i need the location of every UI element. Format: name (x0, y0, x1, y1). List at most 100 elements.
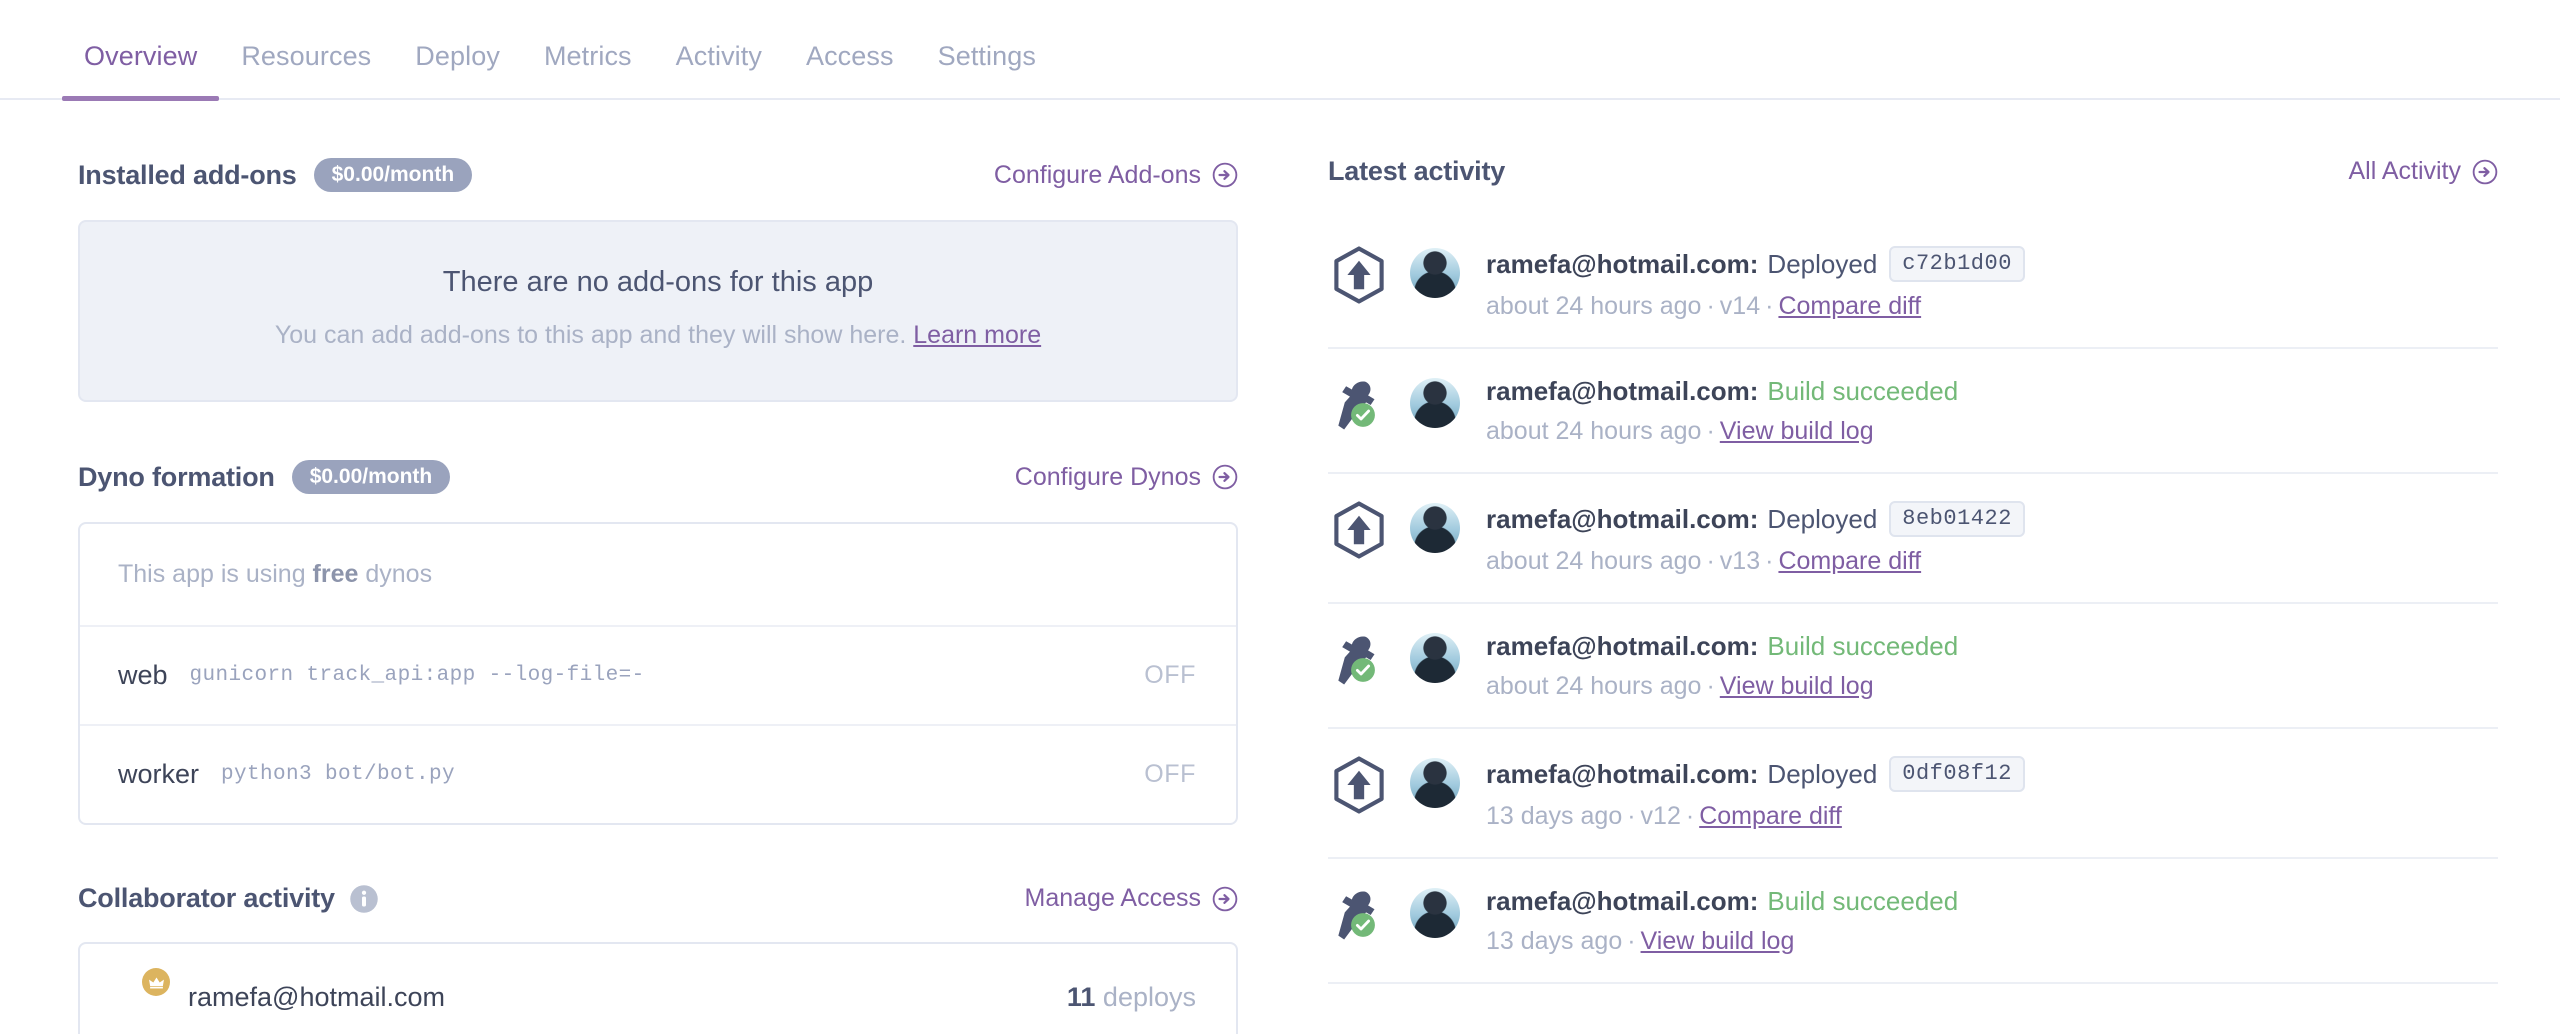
activity-item-headline: ramefa@hotmail.com: Build succeeded (1486, 376, 1958, 407)
dyno-process-name: web (118, 660, 168, 690)
app-overview-page: Overview Resources Deploy Metrics Activi… (0, 0, 2560, 1034)
tab-deploy[interactable]: Deploy (393, 41, 522, 98)
dyno-note-suffix: dynos (358, 560, 433, 588)
activity-user: ramefa@hotmail.com: (1486, 503, 1759, 534)
manage-access-label: Manage Access (1024, 884, 1202, 912)
activity-item-headline: ramefa@hotmail.com: Deployed 8eb01422 (1486, 501, 2025, 537)
activity-action-link[interactable]: View build log (1641, 927, 1795, 955)
configure-dynos-label: Configure Dynos (1014, 462, 1201, 491)
dynos-price-badge: $0.00/month (291, 460, 451, 494)
arrow-right-circle-icon (1212, 464, 1238, 490)
activity-version: v13 (1719, 547, 1761, 575)
tab-access-label: Access (805, 41, 894, 71)
arrow-right-circle-icon (2472, 159, 2498, 184)
tab-resources[interactable]: Resources (219, 41, 393, 98)
addons-section-header: Installed add-ons $0.00/month Configure … (78, 158, 1238, 192)
addons-empty-state: There are no add-ons for this app You ca… (78, 220, 1238, 402)
addons-price-badge: $0.00/month (313, 158, 473, 192)
avatar (1410, 633, 1460, 683)
dyno-process-name: worker (118, 759, 200, 789)
collaborators-section-header: Collaborator activity Manage Access (78, 883, 1238, 914)
activity-item: ramefa@hotmail.com: Deployed c72b1d00 about… (1328, 219, 2498, 349)
collaborator-deploy-number: 11 (1066, 981, 1096, 1012)
activity-time: about 24 hours ago (1486, 417, 1702, 445)
overview-columns: Installed add-ons $0.00/month Configure … (0, 100, 2560, 1034)
activity-list: ramefa@hotmail.com: Deployed c72b1d00 about… (1328, 219, 2498, 984)
left-column: Installed add-ons $0.00/month Configure … (0, 100, 1320, 1034)
addons-empty-subtitle-text: You can add add-ons to this app and they… (274, 321, 907, 349)
activity-verb: Deployed (1767, 503, 1878, 534)
crown-glyph (148, 977, 164, 988)
addons-learn-more-link[interactable]: Learn more (913, 321, 1041, 349)
avatar (1410, 503, 1460, 553)
activity-item: ramefa@hotmail.com: Build succeeded 13 day… (1328, 859, 2498, 984)
addons-empty-subtitle: You can add add-ons to this app and they… (80, 321, 1236, 350)
activity-user: ramefa@hotmail.com: (1486, 886, 1759, 916)
meta-separator: · (1706, 292, 1715, 320)
configure-dynos-link[interactable]: Configure Dynos (1015, 463, 1238, 492)
activity-user: ramefa@hotmail.com: (1486, 631, 1759, 661)
avatar (118, 968, 170, 1020)
arrow-right-circle-icon (1212, 162, 1238, 188)
activity-action-link[interactable]: View build log (1720, 672, 1874, 700)
activity-time: 13 days ago (1486, 802, 1623, 830)
app-tab-bar: Overview Resources Deploy Metrics Activi… (0, 0, 2560, 101)
right-column: Latest activity All Activity ramefa@hotm… (1320, 100, 2560, 1034)
check-badge-icon (1351, 658, 1375, 682)
collaborator-email: ramefa@hotmail.com (188, 981, 445, 1012)
activity-item-meta: about 24 hours ago · View build log (1486, 672, 1958, 701)
dyno-formation-card: This app is using free dynos web gunicor… (78, 522, 1238, 825)
activity-version: v12 (1640, 802, 1681, 830)
manage-access-link[interactable]: Manage Access (1025, 884, 1239, 913)
activity-item-headline: ramefa@hotmail.com: Deployed c72b1d00 (1486, 246, 2025, 282)
activity-item-body: ramefa@hotmail.com: Deployed 8eb01422 about… (1486, 499, 2025, 576)
dyno-row-worker[interactable]: worker python3 bot/bot.py OFF (80, 726, 1236, 823)
activity-time: 13 days ago (1486, 927, 1623, 955)
dyno-free-note: This app is using free dynos (80, 524, 1236, 627)
build-icon (1328, 629, 1390, 691)
avatar (1410, 888, 1460, 938)
activity-item-body: ramefa@hotmail.com: Deployed 0df08f12 13 da… (1486, 754, 2025, 831)
activity-action-link[interactable]: Compare diff (1699, 802, 1842, 830)
addons-empty-title: There are no add-ons for this app (442, 266, 874, 298)
activity-time: about 24 hours ago (1486, 547, 1702, 575)
dyno-state-toggle[interactable]: OFF (1144, 661, 1196, 690)
configure-addons-label: Configure Add-ons (993, 160, 1201, 189)
activity-item: ramefa@hotmail.com: Build succeeded about … (1328, 349, 2498, 474)
activity-action-link[interactable]: Compare diff (1778, 547, 1921, 575)
avatar (1410, 378, 1460, 428)
tab-settings-label: Settings (937, 41, 1036, 71)
meta-separator: · (1706, 417, 1715, 445)
crown-icon (142, 968, 170, 996)
dyno-command: python3 bot/bot.py (221, 763, 456, 786)
tab-access[interactable]: Access (784, 41, 916, 98)
tab-activity[interactable]: Activity (654, 41, 784, 98)
tab-overview-label: Overview (84, 41, 198, 71)
all-activity-label: All Activity (2348, 157, 2461, 185)
all-activity-link[interactable]: All Activity (2348, 157, 2498, 186)
dyno-row-web[interactable]: web gunicorn track_api:app --log-file=- … (80, 627, 1236, 726)
activity-version: v14 (1719, 292, 1761, 320)
arrow-right-circle-icon (1212, 886, 1238, 911)
activity-action-link[interactable]: View build log (1720, 417, 1874, 445)
collaborator-row[interactable]: ramefa@hotmail.com 11 deploys (80, 944, 1236, 1034)
dynos-section-header: Dyno formation $0.00/month Configure Dyn… (78, 460, 1238, 494)
tab-resources-label: Resources (241, 41, 372, 71)
collaborators-title: Collaborator activity (78, 883, 335, 913)
configure-addons-link[interactable]: Configure Add-ons (994, 161, 1238, 190)
deploy-icon (1328, 499, 1390, 561)
dynos-title: Dyno formation (78, 461, 275, 492)
activity-item-headline: ramefa@hotmail.com: Deployed 0df08f12 (1486, 756, 2025, 792)
activity-item-meta: 13 days ago · v12 · Compare diff (1486, 802, 2025, 831)
tab-overview[interactable]: Overview (62, 41, 220, 101)
meta-separator: · (1765, 547, 1774, 575)
activity-item-body: ramefa@hotmail.com: Build succeeded about … (1486, 374, 1958, 446)
dyno-state-toggle[interactable]: OFF (1144, 760, 1196, 789)
tab-settings[interactable]: Settings (916, 41, 1058, 98)
tab-metrics[interactable]: Metrics (522, 41, 654, 98)
activity-item: ramefa@hotmail.com: Deployed 8eb01422 about… (1328, 474, 2498, 604)
info-icon[interactable] (349, 884, 379, 914)
activity-title: Latest activity (1328, 156, 1506, 186)
activity-action-link[interactable]: Compare diff (1778, 292, 1921, 320)
activity-verb: Build succeeded (1767, 631, 1959, 661)
